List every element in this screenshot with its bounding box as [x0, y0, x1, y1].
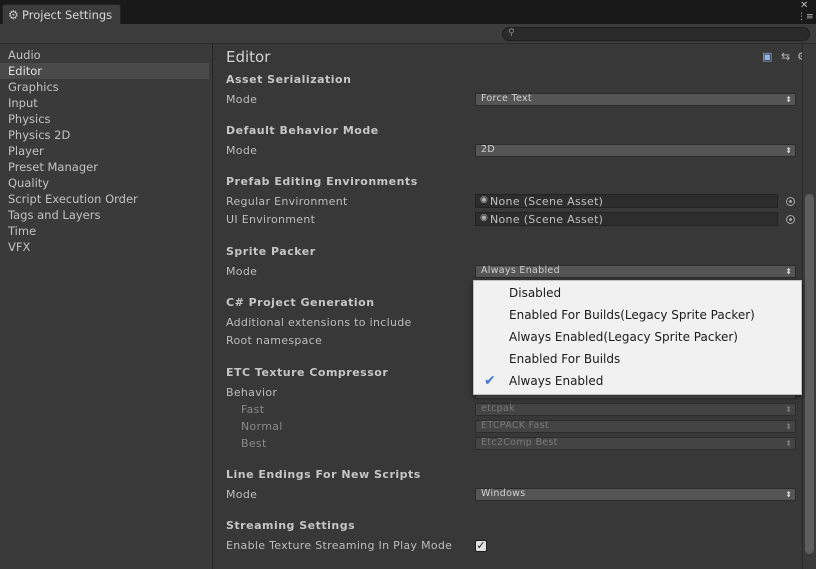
- default-behavior-mode-label: Mode: [226, 144, 258, 157]
- popup-option-always-enabled-legacy[interactable]: Always Enabled(Legacy Sprite Packer): [474, 326, 801, 348]
- section-line-endings: Line Endings For New Scripts: [226, 468, 421, 481]
- sprite-packer-mode-label: Mode: [226, 265, 258, 278]
- dropdown-arrow-icon: ⬍: [785, 95, 792, 104]
- texture-streaming-checkbox[interactable]: ✓: [475, 540, 487, 552]
- checkmark-icon: ✔: [484, 373, 496, 389]
- root-namespace-label: Root namespace: [226, 334, 323, 347]
- dropdown-value: Always Enabled: [481, 265, 560, 276]
- sidebar-item-physics-2d[interactable]: Physics 2D: [0, 127, 209, 143]
- preset-icon[interactable]: ⇆: [781, 50, 790, 63]
- etc-fast-dropdown: etcpak ⬍: [475, 403, 796, 416]
- sidebar-item-quality[interactable]: Quality: [0, 175, 209, 191]
- popup-option-disabled[interactable]: Disabled: [474, 282, 801, 304]
- dropdown-arrow-icon: ⬍: [785, 439, 792, 448]
- section-streaming-settings: Streaming Settings: [226, 519, 356, 532]
- texture-streaming-label: Enable Texture Streaming In Play Mode: [226, 539, 453, 552]
- line-endings-mode-dropdown[interactable]: Windows ⬍: [475, 488, 796, 501]
- option-label: Always Enabled: [509, 374, 604, 388]
- gear-icon: ⚙: [8, 8, 19, 22]
- scrollbar-thumb[interactable]: [805, 194, 814, 554]
- etc-normal-dropdown: ETCPACK Fast ⬍: [475, 420, 796, 433]
- sidebar-item-preset-manager[interactable]: Preset Manager: [0, 159, 209, 175]
- asset-serialization-mode-dropdown[interactable]: Force Text ⬍: [475, 93, 796, 106]
- option-label: Enabled For Builds: [509, 352, 621, 366]
- sidebar-item-input[interactable]: Input: [0, 95, 209, 111]
- sidebar-item-graphics[interactable]: Graphics: [0, 79, 209, 95]
- sprite-packer-mode-popup: Disabled Enabled For Builds(Legacy Sprit…: [473, 280, 802, 395]
- ui-environment-field[interactable]: ◉ None (Scene Asset): [475, 212, 778, 226]
- dropdown-value: Etc2Comp Best: [481, 437, 558, 448]
- dropdown-arrow-icon: ⬍: [785, 267, 792, 276]
- sidebar-item-physics[interactable]: Physics: [0, 111, 209, 127]
- section-default-behavior-mode: Default Behavior Mode: [226, 124, 379, 137]
- sidebar-item-editor[interactable]: Editor: [0, 63, 209, 79]
- scene-asset-icon: ◉: [480, 195, 488, 205]
- sidebar-item-vfx[interactable]: VFX: [0, 239, 209, 255]
- etc-normal-label: Normal: [241, 420, 283, 433]
- sprite-packer-mode-dropdown[interactable]: Always Enabled ⬍: [475, 265, 796, 278]
- help-icon[interactable]: ▣: [762, 50, 772, 63]
- etc-best-label: Best: [241, 437, 267, 450]
- popup-option-enabled-for-builds[interactable]: Enabled For Builds: [474, 348, 801, 370]
- popup-option-enabled-for-builds-legacy[interactable]: Enabled For Builds(Legacy Sprite Packer): [474, 304, 801, 326]
- section-sprite-packer: Sprite Packer: [226, 245, 316, 258]
- section-prefab-editing-environments: Prefab Editing Environments: [226, 175, 418, 188]
- regular-environment-label: Regular Environment: [226, 195, 348, 208]
- page-title: Editor: [226, 48, 271, 66]
- settings-sidebar: Audio Editor Graphics Input Physics Phys…: [0, 44, 213, 569]
- vertical-scrollbar[interactable]: [802, 44, 816, 569]
- window-title-bar: ⚙ Project Settings ✕ ⋮≡: [0, 0, 816, 24]
- option-label: Disabled: [509, 286, 562, 300]
- etc-fast-label: Fast: [241, 403, 265, 416]
- tab-project-settings[interactable]: ⚙ Project Settings: [2, 4, 121, 24]
- dropdown-value: ETCPACK Fast: [481, 420, 549, 431]
- dropdown-arrow-icon: ⬍: [785, 405, 792, 414]
- dropdown-value: 2D: [481, 144, 495, 155]
- object-field-value: None (Scene Asset): [490, 195, 604, 208]
- scene-asset-icon: ◉: [480, 213, 488, 223]
- sidebar-item-script-execution-order[interactable]: Script Execution Order: [0, 191, 209, 207]
- section-asset-serialization: Asset Serialization: [226, 73, 352, 86]
- section-etc-texture-compressor: ETC Texture Compressor: [226, 366, 389, 379]
- popup-option-always-enabled[interactable]: ✔ Always Enabled: [474, 370, 801, 392]
- option-label: Enabled For Builds(Legacy Sprite Packer): [509, 308, 755, 322]
- sidebar-item-audio[interactable]: Audio: [0, 47, 209, 63]
- dropdown-arrow-icon: ⬍: [785, 490, 792, 499]
- etc-behavior-label: Behavior: [226, 386, 278, 399]
- search-input[interactable]: ⚲: [502, 27, 810, 41]
- search-toolbar: ⚲: [0, 24, 816, 44]
- dropdown-arrow-icon: ⬍: [785, 422, 792, 431]
- ui-environment-label: UI Environment: [226, 213, 316, 226]
- object-picker-icon[interactable]: [786, 215, 795, 224]
- window-menu-icon[interactable]: ⋮≡: [797, 12, 814, 22]
- line-endings-mode-label: Mode: [226, 488, 258, 501]
- dropdown-arrow-icon: ⬍: [785, 146, 792, 155]
- regular-environment-field[interactable]: ◉ None (Scene Asset): [475, 194, 778, 208]
- sidebar-item-player[interactable]: Player: [0, 143, 209, 159]
- dropdown-value: Windows: [481, 488, 526, 499]
- additional-extensions-label: Additional extensions to include: [226, 316, 412, 329]
- section-csharp-project-generation: C# Project Generation: [226, 296, 375, 309]
- dropdown-value: Force Text: [481, 93, 532, 104]
- asset-serialization-mode-label: Mode: [226, 93, 258, 106]
- tab-title: Project Settings: [22, 8, 113, 22]
- close-icon[interactable]: ✕: [800, 1, 808, 11]
- etc-best-dropdown: Etc2Comp Best ⬍: [475, 437, 796, 450]
- search-icon: ⚲: [508, 28, 515, 38]
- object-field-value: None (Scene Asset): [490, 213, 604, 226]
- sidebar-item-tags-and-layers[interactable]: Tags and Layers: [0, 207, 209, 223]
- sidebar-item-time[interactable]: Time: [0, 223, 209, 239]
- object-picker-icon[interactable]: [786, 197, 795, 206]
- dropdown-value: etcpak: [481, 403, 515, 414]
- default-behavior-mode-dropdown[interactable]: 2D ⬍: [475, 144, 796, 157]
- option-label: Always Enabled(Legacy Sprite Packer): [509, 330, 738, 344]
